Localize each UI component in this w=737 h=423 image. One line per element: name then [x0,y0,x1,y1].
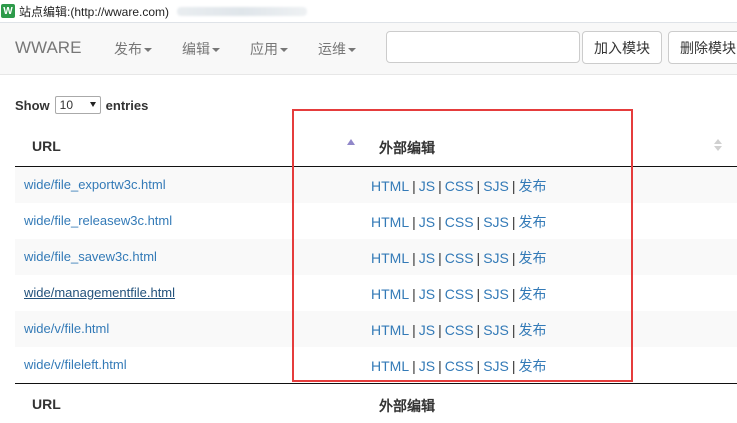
delete-module-button[interactable]: 删除模块 [668,31,737,64]
add-module-button[interactable]: 加入模块 [582,31,662,64]
row-actions: HTML | JS | CSS | SJS | 发布 [371,322,547,338]
brand-logo[interactable]: WWARE [15,38,81,58]
window-titlebar: W 站点编辑:(http://wware.com) [0,0,737,23]
caret-down-icon [212,48,220,53]
js-link[interactable]: JS [419,358,435,374]
row-actions: HTML | JS | CSS | SJS | 发布 [371,250,547,266]
css-link[interactable]: CSS [445,250,474,266]
sjs-link[interactable]: SJS [483,358,509,374]
table-row: wide/managementfile.html HTML | JS | CSS | SJS… [15,275,737,311]
html-link[interactable]: HTML [371,178,409,194]
html-link[interactable]: HTML [371,358,409,374]
menu-apps[interactable]: 应用 [250,39,288,59]
blurred-title-region [177,6,308,16]
html-link[interactable]: HTML [371,286,409,302]
footer-header-url: URL [32,396,61,412]
js-link[interactable]: JS [419,250,435,266]
js-link[interactable]: JS [419,322,435,338]
sort-both-icon [714,139,722,151]
sjs-link[interactable]: SJS [483,322,509,338]
page-length-value: 10 [59,98,74,112]
html-link[interactable]: HTML [371,214,409,230]
top-navbar: WWARE 发布 编辑 应用 运维 加入模块 删除模块 [0,23,737,75]
js-link[interactable]: JS [419,286,435,302]
app-logo-icon: W [1,4,15,18]
row-actions: HTML | JS | CSS | SJS | 发布 [371,358,547,374]
css-link[interactable]: CSS [445,286,474,302]
publish-link[interactable]: 发布 [519,214,547,230]
sort-ascending-icon [347,139,355,145]
js-link[interactable]: JS [419,214,435,230]
row-url-link[interactable]: wide/file_releasew3c.html [24,213,172,228]
html-link[interactable]: HTML [371,322,409,338]
row-actions: HTML | JS | CSS | SJS | 发布 [371,214,547,230]
dropdown-arrow-icon [89,102,96,107]
row-url-link[interactable]: wide/file_exportw3c.html [24,177,166,192]
show-label: Show [15,97,50,113]
html-link[interactable]: HTML [371,250,409,266]
sjs-link[interactable]: SJS [483,286,509,302]
page-length-select[interactable]: 10 [54,96,101,114]
menu-ops[interactable]: 运维 [318,39,356,59]
menu-edit[interactable]: 编辑 [182,39,220,59]
js-link[interactable]: JS [419,178,435,194]
caret-down-icon [144,48,152,53]
menu-label: 发布 [114,41,142,57]
table-row: wide/file_savew3c.html HTML | JS | CSS | SJS | 发… [15,239,737,275]
sjs-link[interactable]: SJS [483,214,509,230]
menu-label: 编辑 [182,41,210,57]
footer-divider [15,383,737,384]
column-header-external-edit[interactable]: 外部编辑 [379,138,435,158]
caret-down-icon [280,48,288,53]
sjs-link[interactable]: SJS [483,178,509,194]
table-row: wide/file_exportw3c.html HTML | JS | CSS | SJS… [15,167,737,203]
module-input[interactable] [386,31,580,63]
table-row: wide/file_releasew3c.html HTML | JS | CSS | SJ… [15,203,737,239]
column-header-url[interactable]: URL [32,138,61,154]
menu-label: 应用 [250,41,278,57]
publish-link[interactable]: 发布 [519,250,547,266]
publish-link[interactable]: 发布 [519,358,547,374]
publish-link[interactable]: 发布 [519,178,547,194]
row-url-link[interactable]: wide/v/fileleft.html [24,357,127,372]
sjs-link[interactable]: SJS [483,250,509,266]
footer-header-external-edit: 外部编辑 [379,398,435,414]
publish-link[interactable]: 发布 [519,322,547,338]
page-length-control: Show 10 entries [15,96,148,114]
css-link[interactable]: CSS [445,214,474,230]
row-url-link[interactable]: wide/v/file.html [24,321,109,336]
row-actions: HTML | JS | CSS | SJS | 发布 [371,178,547,194]
table-row: wide/v/file.html HTML | JS | CSS | SJS | 发布 [15,311,737,347]
table-row: wide/v/fileleft.html HTML | JS | CSS | SJS | 发布 [15,347,737,383]
entries-label: entries [105,97,149,113]
menu-publish[interactable]: 发布 [114,39,152,59]
css-link[interactable]: CSS [445,358,474,374]
css-link[interactable]: CSS [445,322,474,338]
caret-down-icon [348,48,356,53]
row-actions: HTML | JS | CSS | SJS | 发布 [371,286,547,302]
publish-link[interactable]: 发布 [519,286,547,302]
window-title: 站点编辑:(http://wware.com) [19,4,170,19]
css-link[interactable]: CSS [445,178,474,194]
row-url-link[interactable]: wide/file_savew3c.html [24,249,157,264]
row-url-link[interactable]: wide/managementfile.html [24,285,175,300]
menu-label: 运维 [318,41,346,57]
